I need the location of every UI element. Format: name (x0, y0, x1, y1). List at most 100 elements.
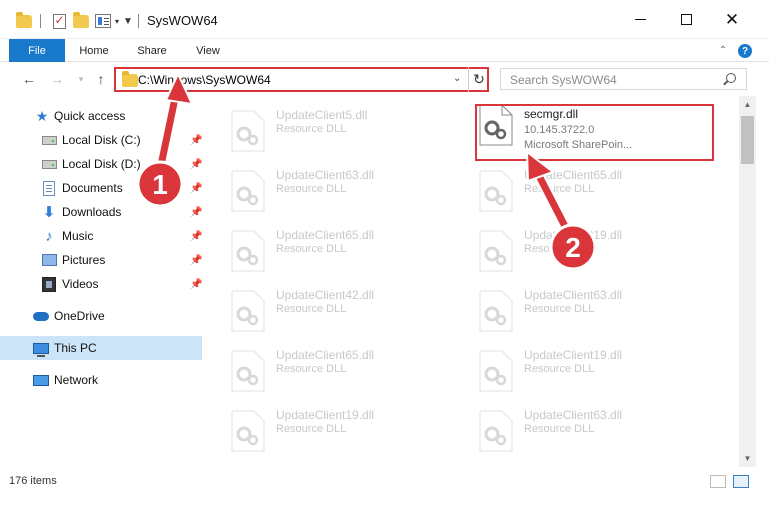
maximize-button[interactable] (663, 0, 709, 39)
sidebar-item-label: Network (54, 373, 99, 387)
file-item[interactable]: UpdateClient19.dll Resource DLL (454, 216, 694, 276)
minimize-icon (634, 19, 646, 20)
sidebar-item-label: Local Disk (C:) (62, 133, 141, 147)
status-bar: 176 items (0, 467, 769, 495)
this-pc-icon (33, 340, 49, 357)
sidebar-item-documents[interactable]: Documents 📌 (0, 176, 206, 200)
address-row: ← → ▾ ↑ C:\Windows\SysWOW64 ⌄ ↻ Search S… (0, 62, 769, 96)
window-title: SysWOW64 (147, 13, 218, 28)
sidebar-item-downloads[interactable]: ⬇ Downloads 📌 (0, 200, 206, 224)
back-arrow-icon[interactable]: ← (20, 70, 38, 88)
file-name: UpdateClient65.dll (276, 348, 375, 362)
file-name: UpdateClient19.dll (276, 408, 375, 422)
maximize-icon (680, 14, 692, 25)
file-type: Resource DLL (524, 423, 595, 435)
sidebar-item-network[interactable]: Network (0, 368, 206, 392)
file-name: UpdateClient42.dll (276, 288, 375, 302)
sidebar-item-this-pc[interactable]: This PC (0, 336, 202, 360)
pin-icon: 📌 (190, 182, 203, 194)
file-name: UpdateClient63.dll (524, 408, 623, 422)
star-icon: ★ (35, 107, 49, 124)
file-type: Resource DLL (276, 423, 347, 435)
highlight-box (475, 104, 714, 161)
tab-home[interactable]: Home (70, 39, 118, 62)
file-item[interactable]: UpdateClient42.dll Resource DLL (206, 276, 446, 336)
scroll-down-icon[interactable]: ▼ (739, 450, 756, 467)
file-type: Resource DLL (524, 303, 595, 315)
file-item[interactable]: UpdateClient65.dll Resource DLL (206, 336, 446, 396)
file-name: UpdateClient19.dll (524, 348, 623, 362)
dll-file-icon (479, 170, 513, 212)
address-path[interactable]: C:\Windows\SysWOW64 (138, 73, 271, 87)
new-folder-icon[interactable] (72, 11, 90, 30)
pin-icon: 📌 (190, 158, 203, 170)
minimize-button[interactable] (617, 0, 663, 39)
sidebar-item-local-disk-d[interactable]: Local Disk (D:) 📌 (0, 152, 206, 176)
sidebar-item-local-disk-c[interactable]: Local Disk (C:) 📌 (0, 128, 206, 152)
close-icon: ✕ (724, 10, 740, 29)
tab-view[interactable]: View (184, 39, 232, 62)
folder-icon[interactable] (14, 11, 34, 30)
folder-icon (122, 71, 138, 87)
tab-share[interactable]: Share (128, 39, 176, 62)
title-bar: ▾ ▼ SysWOW64 ✕ (0, 0, 769, 39)
toolbar-separator (40, 14, 41, 28)
recent-locations-icon[interactable]: ▾ (72, 70, 90, 88)
sidebar-item-label: Pictures (62, 253, 106, 267)
customize-toolbar-icon[interactable]: ▼ (123, 12, 133, 30)
file-type: Resource DLL (524, 183, 595, 195)
search-placeholder: Search SysWOW64 (510, 73, 617, 87)
tab-file[interactable]: File (9, 39, 65, 62)
onedrive-icon (33, 308, 49, 324)
details-view-icon[interactable] (710, 475, 726, 488)
refresh-icon[interactable]: ↻ (468, 67, 489, 92)
close-button[interactable]: ✕ (709, 0, 755, 39)
network-icon (33, 372, 49, 388)
dll-file-icon (479, 230, 513, 272)
sidebar-item-quick-access[interactable]: ★ Quick access (0, 104, 206, 128)
file-type: Resource DLL (276, 303, 347, 315)
sidebar-item-label: Quick access (54, 109, 126, 123)
file-type: Resource DLL (524, 363, 595, 375)
properties-check-icon[interactable] (50, 12, 68, 30)
forward-arrow-icon[interactable]: → (48, 70, 66, 88)
toolbar-separator (138, 14, 139, 28)
file-item[interactable]: UpdateClient5.dll Resource DLL (206, 96, 446, 156)
dll-file-icon (479, 290, 513, 332)
chevron-down-icon[interactable]: ▾ (113, 12, 121, 30)
local-disk-icon (41, 132, 57, 148)
file-item[interactable]: UpdateClient19.dll Resource DLL (206, 396, 446, 456)
properties-icon[interactable] (93, 12, 113, 30)
pin-icon: 📌 (190, 230, 203, 242)
file-name: UpdateClient5.dll (276, 108, 368, 122)
vertical-scrollbar[interactable]: ▲ ▼ (739, 96, 756, 467)
file-item[interactable]: UpdateClient65.dll Resource DLL (206, 216, 446, 276)
sidebar-item-label: Videos (62, 277, 99, 291)
file-name: UpdateClient63.dll (276, 168, 375, 182)
sidebar-item-videos[interactable]: Videos 📌 (0, 272, 206, 296)
file-item[interactable]: UpdateClient19.dll Resource DLL (454, 336, 694, 396)
file-item[interactable]: UpdateClient63.dll Resource DLL (454, 396, 694, 456)
sidebar-item-music[interactable]: ♪ Music 📌 (0, 224, 206, 248)
sidebar-item-label: This PC (54, 341, 97, 355)
file-item[interactable]: UpdateClient63.dll Resource DLL (454, 276, 694, 336)
file-item[interactable]: UpdateClient65.dll Resource DLL (454, 156, 694, 216)
file-type: Resource DLL (276, 363, 347, 375)
file-item[interactable]: UpdateClient63.dll Resource DLL (206, 156, 446, 216)
navigation-pane: ★ Quick access Local Disk (C:) 📌 Local D… (0, 96, 206, 467)
pin-icon: 📌 (190, 134, 203, 146)
help-button[interactable]: ? (737, 43, 753, 59)
chevron-down-icon[interactable]: ⌄ (453, 73, 461, 84)
large-icons-view-icon[interactable] (733, 475, 749, 488)
dll-file-icon (479, 350, 513, 392)
chevron-up-icon[interactable]: ⌃ (716, 43, 730, 57)
sidebar-item-pictures[interactable]: Pictures 📌 (0, 248, 206, 272)
search-input[interactable]: Search SysWOW64 (500, 68, 747, 90)
scroll-thumb[interactable] (741, 116, 754, 164)
scroll-up-icon[interactable]: ▲ (739, 96, 756, 113)
address-bar[interactable]: C:\Windows\SysWOW64 ⌄ ↻ (114, 67, 489, 92)
dll-file-icon (231, 290, 265, 332)
up-arrow-icon[interactable]: ↑ (92, 70, 110, 88)
file-name: UpdateClient65.dll (524, 168, 623, 182)
sidebar-item-onedrive[interactable]: OneDrive (0, 304, 206, 328)
